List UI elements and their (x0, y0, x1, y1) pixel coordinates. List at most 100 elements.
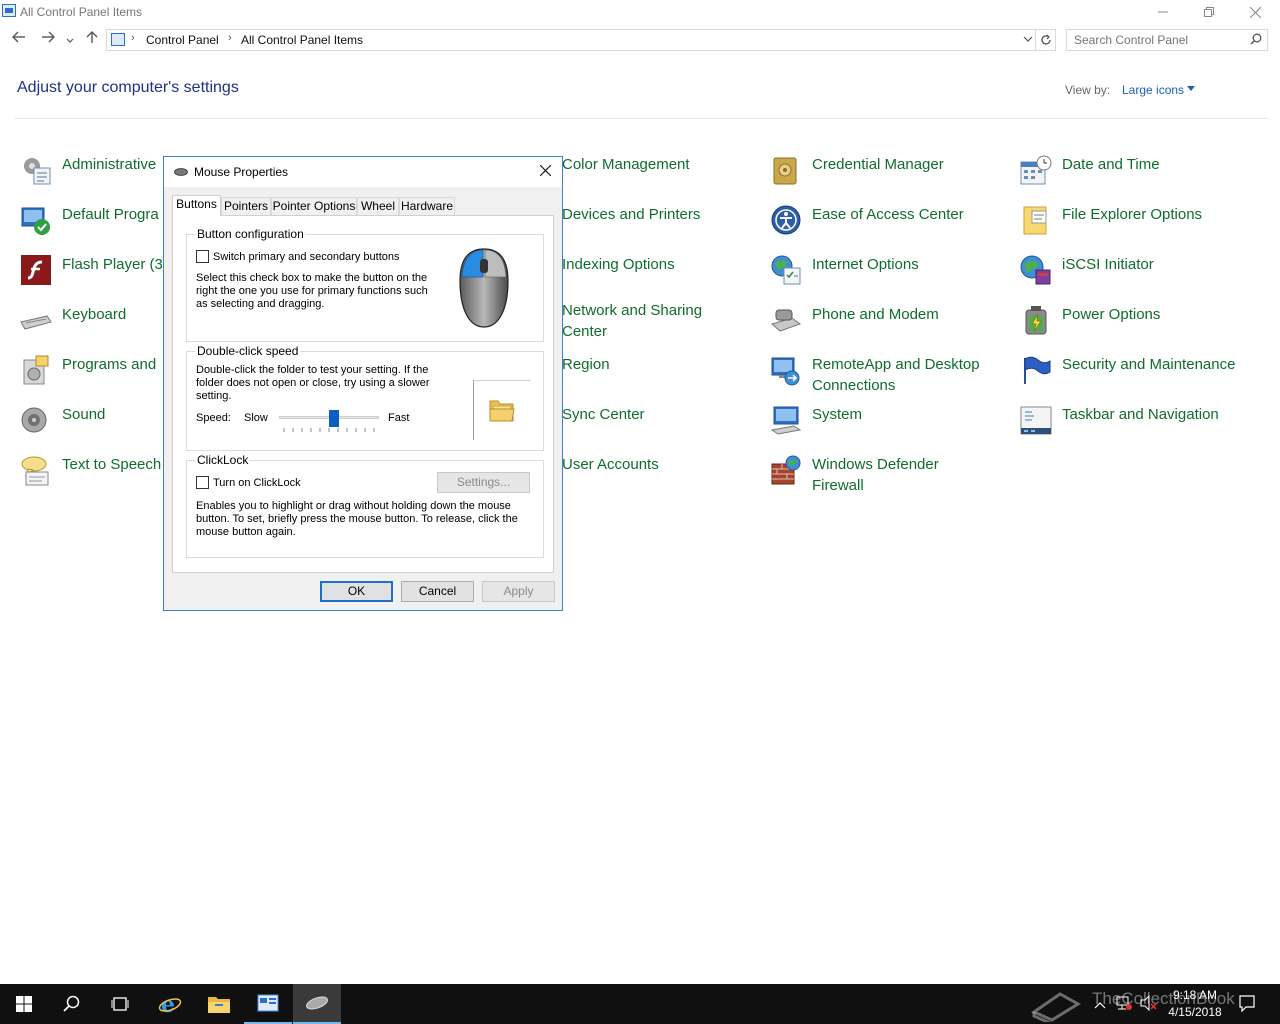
restore-button[interactable] (1186, 0, 1232, 24)
flash-player-icon (21, 255, 51, 285)
clicklock-checkbox[interactable] (196, 476, 209, 489)
credential-icon (773, 157, 797, 185)
keyboard-icon (20, 315, 52, 330)
double-click-speed-slider[interactable] (279, 408, 379, 438)
control-panel-icon (2, 4, 16, 17)
switch-buttons-checkbox[interactable] (196, 250, 209, 263)
control-panel-taskbar-button[interactable] (244, 984, 292, 1024)
back-arrow-icon (12, 31, 25, 43)
tab-hardware[interactable]: Hardware (399, 197, 455, 215)
volume-tray-button[interactable] (1140, 994, 1158, 1016)
volume-muted-icon (1140, 994, 1157, 1012)
chevron-up-icon (1094, 1002, 1106, 1009)
search-box[interactable] (1066, 29, 1268, 51)
chevron-down-icon[interactable] (1187, 86, 1195, 91)
control-panel-icon (257, 994, 279, 1012)
breadcrumb-separator-icon[interactable]: › (228, 32, 232, 44)
forward-arrow-icon (42, 31, 55, 43)
ok-button[interactable]: OK (320, 581, 393, 602)
close-icon (1249, 6, 1261, 18)
start-button[interactable] (0, 984, 48, 1024)
window-titlebar: All Control Panel Items (0, 0, 1280, 24)
clicklock-label[interactable]: Turn on ClickLock (213, 477, 301, 490)
slider-thumb[interactable] (328, 410, 339, 427)
search-icon[interactable] (1250, 33, 1262, 45)
close-icon (539, 164, 551, 177)
search-icon (63, 995, 80, 1012)
cp-item-iscsi-initiator[interactable]: iSCSI Initiator (1020, 252, 1260, 300)
clicklock-settings-button[interactable]: Settings... (437, 472, 530, 493)
internet-options-icon (771, 255, 801, 285)
cp-item-security-and-maintenance[interactable]: Security and Maintenance (1020, 352, 1260, 400)
internet-explorer-button[interactable]: e (146, 984, 194, 1024)
cp-item-credential-manager[interactable]: Credential Manager (770, 152, 1010, 200)
file-explorer-button[interactable] (195, 984, 243, 1024)
tab-buttons[interactable]: Buttons (172, 195, 221, 216)
forward-button[interactable] (38, 30, 58, 50)
show-hidden-icons-button[interactable] (1094, 996, 1108, 1010)
breadcrumb-control-panel[interactable]: Control Panel (146, 33, 219, 47)
page-title: Adjust your computer's settings (17, 79, 239, 96)
search-input[interactable] (1074, 30, 1244, 50)
minimize-button[interactable] (1140, 0, 1186, 24)
power-icon (1025, 306, 1047, 335)
task-view-button[interactable] (96, 984, 144, 1024)
close-button[interactable] (1232, 0, 1278, 24)
address-dropdown-icon[interactable] (1023, 32, 1033, 49)
back-button[interactable] (9, 30, 29, 50)
mouse-properties-taskbar-button[interactable] (293, 984, 341, 1024)
dialog-titlebar[interactable]: Mouse Properties (164, 157, 562, 187)
test-folder-area[interactable] (473, 380, 531, 440)
cp-item-label: Keyboard (62, 306, 127, 323)
folder-icon (208, 997, 230, 1013)
cp-item-label: Indexing Options (562, 256, 675, 273)
window-title: All Control Panel Items (20, 5, 143, 19)
default-programs-icon (21, 207, 50, 235)
cp-item-power-options[interactable]: Power Options (1020, 302, 1260, 350)
switch-buttons-label[interactable]: Switch primary and secondary buttons (213, 251, 399, 264)
clock-time[interactable]: 9:18 AM (1165, 988, 1225, 1002)
file-explorer-icon (1023, 206, 1047, 235)
cp-item-label: Taskbar and Navigation (1062, 406, 1219, 423)
dialog-close-button[interactable] (534, 161, 556, 183)
cp-item-taskbar-and-navigation[interactable]: Taskbar and Navigation (1020, 402, 1260, 450)
cp-item-ease-of-access[interactable]: Ease of Access Center (770, 202, 1010, 250)
slow-label: Slow (244, 412, 268, 424)
cp-item-internet-options[interactable]: Internet Options (770, 252, 1010, 300)
mouse-icon (174, 168, 188, 176)
speed-label: Speed: (196, 412, 231, 424)
remoteapp-icon (771, 357, 800, 386)
notification-icon (1239, 995, 1255, 1013)
up-arrow-icon (86, 31, 98, 43)
cp-item-system[interactable]: System (770, 402, 1010, 450)
group-title: Double-click speed (195, 344, 301, 358)
cp-item-remoteapp[interactable]: RemoteApp and Desktop Connections (770, 352, 1010, 400)
tab-wheel[interactable]: Wheel (357, 197, 399, 215)
cp-item-windows-firewall[interactable]: Windows Defender Firewall (770, 452, 1010, 500)
cp-item-date-and-time[interactable]: Date and Time (1020, 152, 1260, 200)
cp-item-label: Administrative (62, 156, 157, 173)
search-taskbar-button[interactable] (48, 984, 96, 1024)
programs-icon (23, 355, 49, 385)
cp-item-label: Ease of Access Center (812, 206, 964, 223)
apply-button[interactable]: Apply (482, 581, 555, 602)
network-tray-button[interactable] (1116, 995, 1132, 1016)
tab-pointer-options[interactable]: Pointer Options (271, 197, 357, 215)
action-center-button[interactable] (1238, 994, 1256, 1017)
cancel-button[interactable]: Cancel (401, 581, 474, 602)
view-by-dropdown[interactable]: Large icons (1122, 83, 1184, 97)
cp-item-file-explorer-options[interactable]: File Explorer Options (1020, 202, 1260, 250)
breadcrumb-all-items[interactable]: All Control Panel Items (241, 33, 363, 47)
refresh-button[interactable] (1036, 29, 1056, 51)
tab-pointers[interactable]: Pointers (221, 197, 271, 215)
address-bar[interactable]: › Control Panel › All Control Panel Item… (106, 29, 1036, 51)
cp-item-label: Region (562, 356, 610, 373)
clock-date[interactable]: 4/15/2018 (1165, 1005, 1225, 1019)
group-title: ClickLock (195, 453, 251, 467)
cp-item-label: iSCSI Initiator (1062, 256, 1154, 273)
cp-item-phone-and-modem[interactable]: Phone and Modem (770, 302, 1010, 350)
breadcrumb-separator-icon[interactable]: › (131, 32, 135, 44)
folder-icon[interactable] (487, 395, 517, 425)
recent-locations-button[interactable] (63, 30, 77, 50)
up-button[interactable] (82, 30, 102, 50)
